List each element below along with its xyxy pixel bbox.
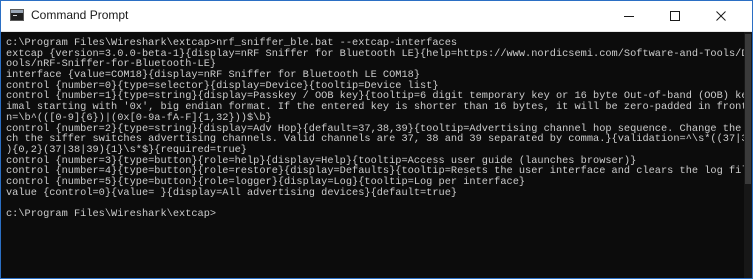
command-prompt-window: Command Prompt c:\Program Files\Wireshar…	[0, 0, 753, 279]
maximize-button[interactable]	[652, 1, 698, 31]
scrollbar-thumb[interactable]	[745, 34, 751, 184]
console-icon	[10, 9, 24, 21]
command-prompt-line[interactable]: c:\Program Files\Wireshark\extcap>	[6, 209, 744, 220]
close-icon	[716, 11, 726, 21]
minimize-icon	[624, 16, 634, 17]
vertical-scrollbar[interactable]	[744, 32, 752, 278]
console-line: ){0,2}(37|38|39){1}\s*$}{required=true}	[6, 143, 247, 156]
console-line: n=\b^(([0-9]{6})|(0x[0-9a-fA-F]{1,32}))$…	[6, 111, 272, 124]
close-button[interactable]	[698, 1, 744, 31]
console-output[interactable]: c:\Program Files\Wireshark\extcap>nrf_sn…	[1, 32, 752, 278]
title-bar[interactable]: Command Prompt	[1, 1, 752, 32]
console-line: value {control=0}{value= }{display=All a…	[6, 186, 458, 199]
minimize-button[interactable]	[606, 1, 652, 31]
window-title: Command Prompt	[31, 8, 129, 22]
maximize-icon	[670, 11, 680, 21]
